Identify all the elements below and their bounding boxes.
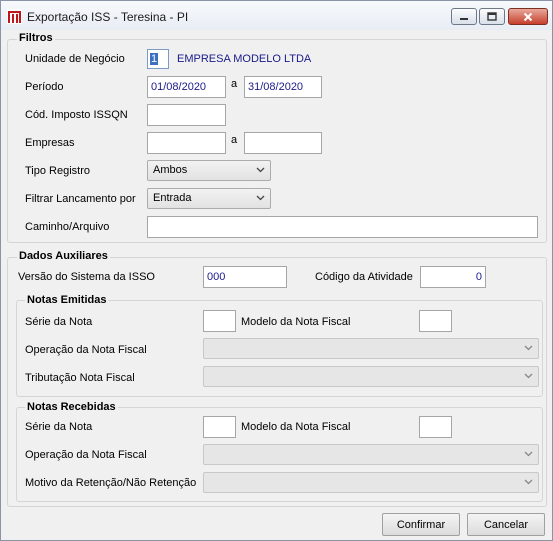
emitidas-tributacao-select[interactable] xyxy=(203,366,539,387)
recebidas-modelo-field[interactable] xyxy=(419,416,452,438)
tipo-registro-value: Ambos xyxy=(153,164,188,176)
recebidas-motivo-label: Motivo da Retenção/Não Retenção xyxy=(25,477,197,489)
auxiliares-title: Dados Auxiliares xyxy=(17,250,110,262)
versao-label: Versão do Sistema da ISSO xyxy=(18,271,155,283)
chevron-down-icon xyxy=(524,479,533,485)
confirmar-button[interactable]: Confirmar xyxy=(382,513,460,536)
notas-recebidas-title: Notas Recebidas xyxy=(25,401,118,413)
maximize-icon xyxy=(487,12,497,21)
emitidas-modelo-field[interactable] xyxy=(419,310,452,332)
recebidas-motivo-select[interactable] xyxy=(203,472,539,493)
empresas-fim-field[interactable] xyxy=(244,132,322,154)
filtros-title: Filtros xyxy=(17,32,55,44)
codigo-atividade-field[interactable]: 0 xyxy=(420,266,486,288)
tipo-registro-select[interactable]: Ambos xyxy=(147,160,271,181)
chevron-down-icon xyxy=(524,451,533,457)
emitidas-serie-field[interactable] xyxy=(203,310,236,332)
minimize-icon xyxy=(460,17,468,20)
caminho-field[interactable] xyxy=(147,216,538,238)
empresas-inicio-field[interactable] xyxy=(147,132,226,154)
periodo-fim-field[interactable]: 31/08/2020 xyxy=(244,76,322,98)
emitidas-serie-label: Série da Nota xyxy=(25,316,93,328)
periodo-separator: a xyxy=(231,78,238,90)
versao-field[interactable]: 000 xyxy=(203,266,287,288)
close-button[interactable] xyxy=(508,8,548,25)
periodo-label: Período xyxy=(25,81,64,93)
minimize-button[interactable] xyxy=(451,8,477,25)
chevron-down-icon xyxy=(256,167,265,173)
chevron-down-icon xyxy=(524,373,533,379)
cod-imposto-label: Cód. Imposto ISSQN xyxy=(25,109,128,121)
close-icon xyxy=(523,12,533,21)
filtrar-value: Entrada xyxy=(153,192,192,204)
periodo-inicio-field[interactable]: 01/08/2020 xyxy=(147,76,226,98)
filtrar-select[interactable]: Entrada xyxy=(147,188,271,209)
emitidas-operacao-select[interactable] xyxy=(203,338,539,359)
maximize-button[interactable] xyxy=(479,8,505,25)
empresas-separator: a xyxy=(231,134,238,146)
emitidas-modelo-label: Modelo da Nota Fiscal xyxy=(241,316,351,328)
recebidas-serie-label: Série da Nota xyxy=(25,421,93,433)
caminho-label: Caminho/Arquivo xyxy=(25,221,110,233)
filtrar-label: Filtrar Lancamento por xyxy=(25,193,136,205)
cancelar-button[interactable]: Cancelar xyxy=(467,513,545,536)
recebidas-modelo-label: Modelo da Nota Fiscal xyxy=(241,421,351,433)
unidade-code-field[interactable]: 1 xyxy=(147,49,169,69)
app-logo-icon xyxy=(7,9,22,24)
empresas-label: Empresas xyxy=(25,137,75,149)
unidade-label: Unidade de Negócio xyxy=(25,53,125,65)
recebidas-serie-field[interactable] xyxy=(203,416,236,438)
cod-imposto-field[interactable] xyxy=(147,104,226,126)
tipo-registro-label: Tipo Registro xyxy=(25,165,91,177)
chevron-down-icon xyxy=(256,195,265,201)
recebidas-operacao-label: Operação da Nota Fiscal xyxy=(25,449,147,461)
emitidas-tributacao-label: Tributação Nota Fiscal xyxy=(25,372,135,384)
unidade-name: EMPRESA MODELO LTDA xyxy=(177,53,312,65)
notas-emitidas-title: Notas Emitidas xyxy=(25,294,109,306)
codigo-atividade-label: Código da Atividade xyxy=(315,271,413,283)
emitidas-operacao-label: Operação da Nota Fiscal xyxy=(25,344,147,356)
recebidas-operacao-select[interactable] xyxy=(203,444,539,465)
title-bar: Exportação ISS - Teresina - PI xyxy=(0,0,553,30)
window-title: Exportação ISS - Teresina - PI xyxy=(27,10,189,24)
chevron-down-icon xyxy=(524,345,533,351)
